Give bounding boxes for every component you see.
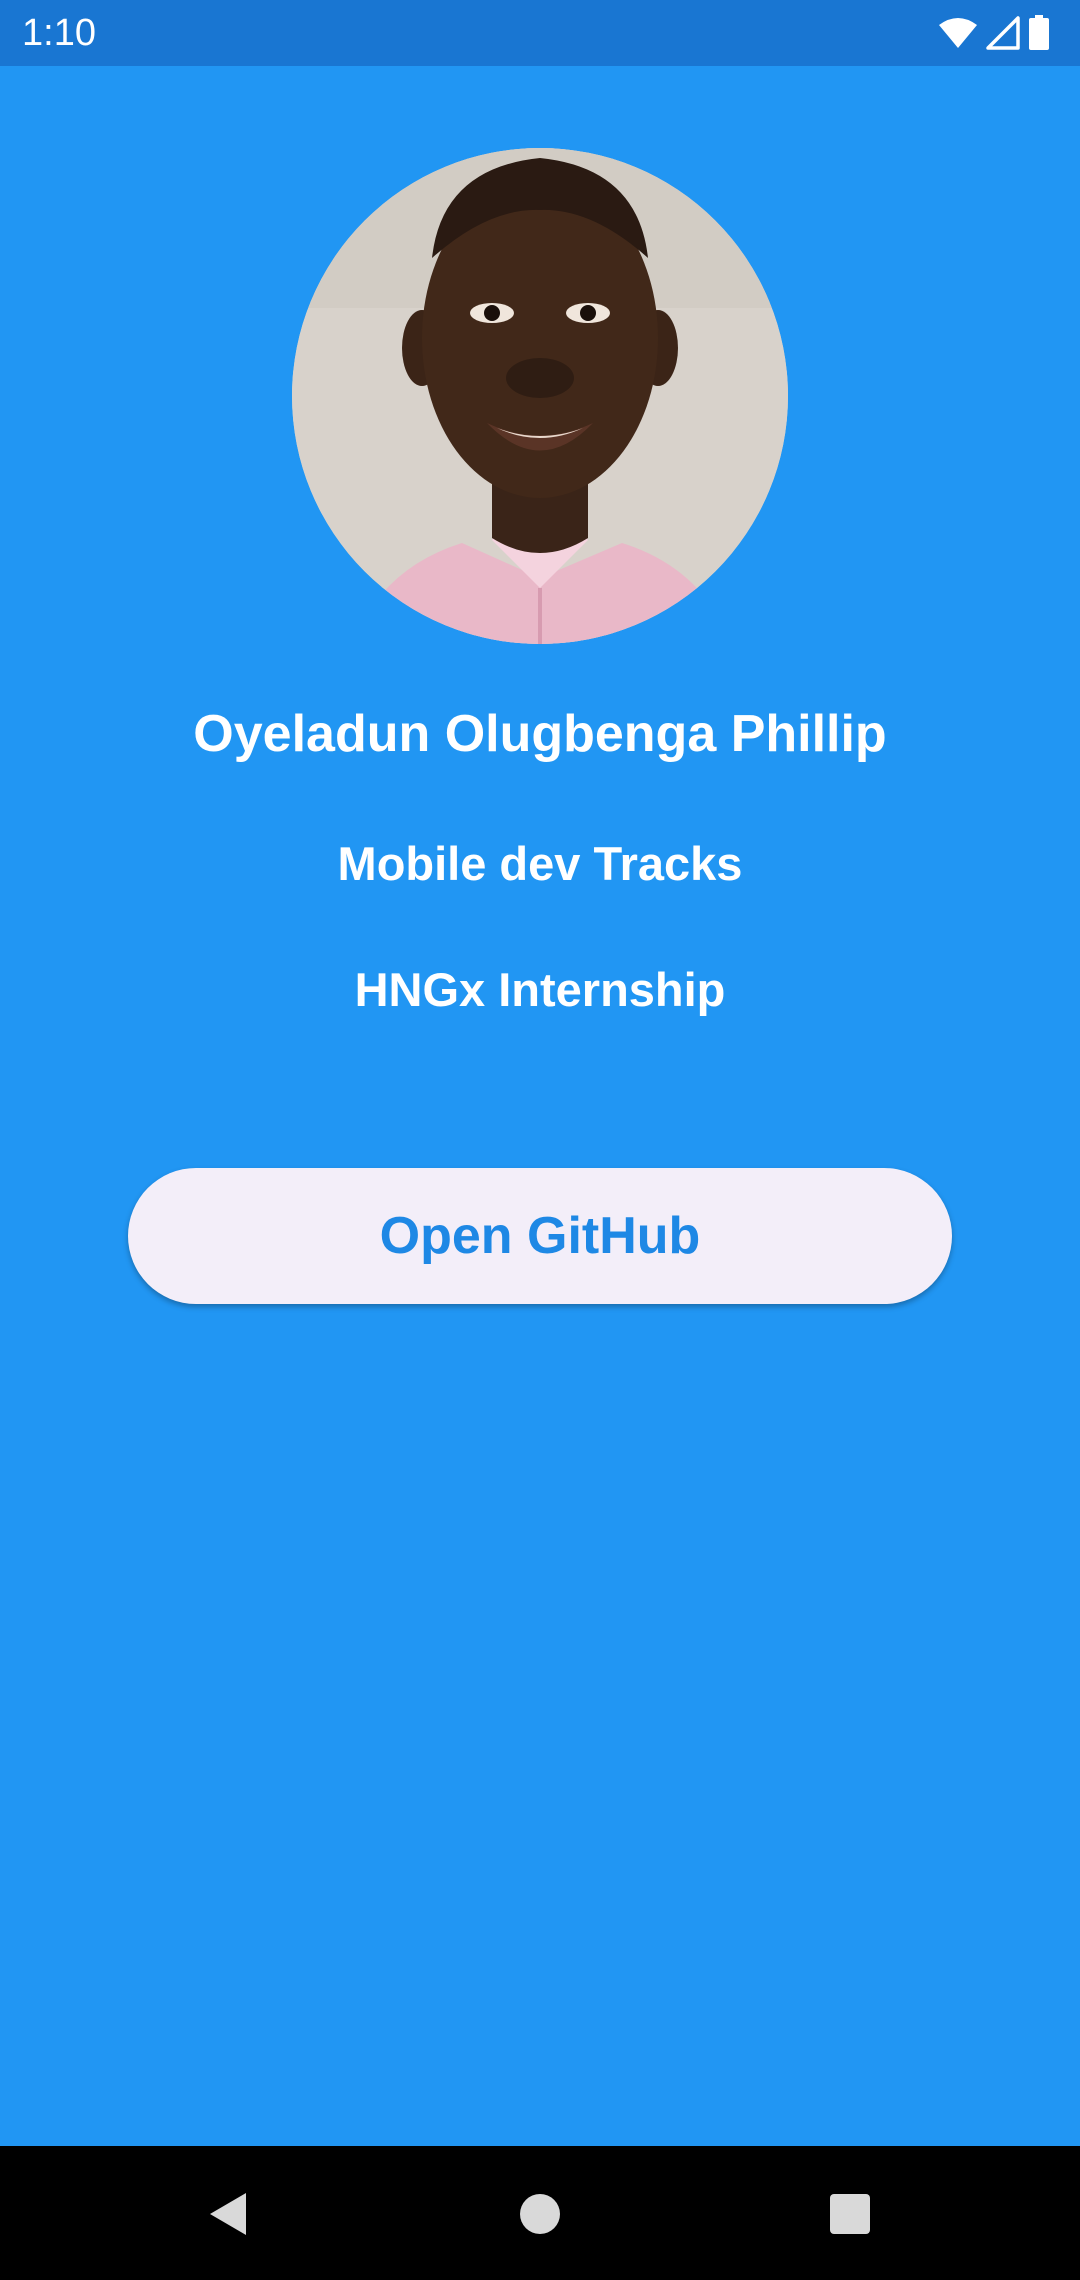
- cellular-signal-icon: [986, 16, 1020, 50]
- profile-program: HNGx Internship: [354, 963, 726, 1016]
- back-button[interactable]: [196, 2182, 260, 2246]
- battery-icon: [1028, 15, 1050, 51]
- home-button[interactable]: [508, 2182, 572, 2246]
- recents-icon: [830, 2194, 870, 2234]
- open-github-button[interactable]: Open GitHub: [128, 1168, 952, 1304]
- status-icons: [938, 14, 1050, 52]
- profile-card: Oyeladun Olugbenga Phillip Mobile dev Tr…: [0, 66, 1080, 2146]
- status-bar: 1:10: [0, 0, 1080, 66]
- back-icon: [210, 2193, 246, 2235]
- profile-photo-icon: [292, 148, 788, 644]
- profile-track: Mobile dev Tracks: [337, 837, 743, 890]
- home-icon: [520, 2194, 560, 2234]
- navigation-bar: [0, 2146, 1080, 2280]
- recents-button[interactable]: [818, 2182, 882, 2246]
- profile-name: Oyeladun Olugbenga Phillip: [193, 705, 887, 763]
- screen: 1:10 Oyeladun Olugbenga Phillip Mobile d…: [0, 0, 1080, 2280]
- wifi-icon: [938, 17, 978, 49]
- avatar: [292, 148, 788, 644]
- status-time: 1:10: [22, 12, 96, 54]
